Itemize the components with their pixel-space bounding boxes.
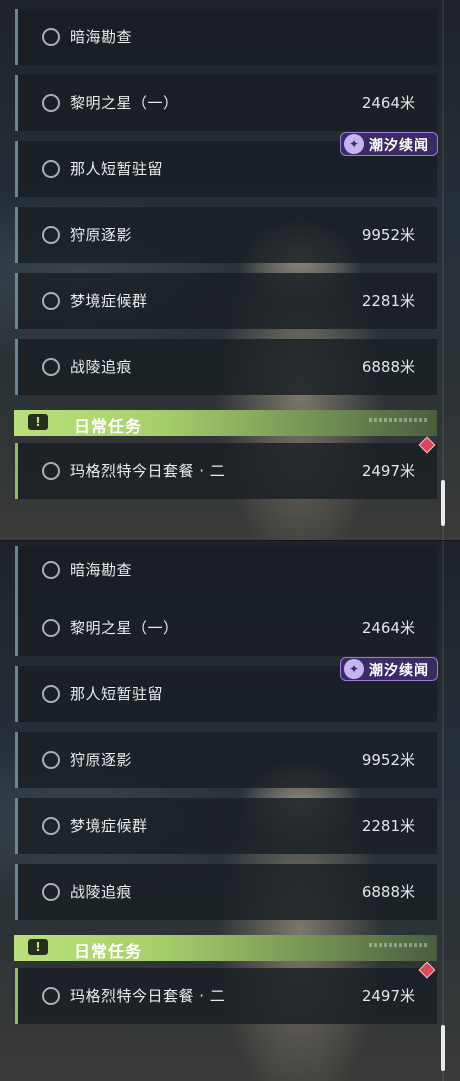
quest-list: 暗海勘查 黎明之星（一） 2464米 那人短暂驻留 狩原逐影 9952米 梦境症… xyxy=(0,541,460,1081)
quest-row-2[interactable]: 黎明之星（一） 2464米 xyxy=(15,75,437,131)
daily-quests-header[interactable]: ! 日常任务 xyxy=(14,935,437,961)
event-logo-icon: ✦ xyxy=(344,134,364,154)
quest-select-radio[interactable] xyxy=(42,94,60,112)
scrollbar-track[interactable] xyxy=(442,541,444,1081)
quest-select-radio[interactable] xyxy=(42,28,60,46)
quest-name: 黎明之星（一） xyxy=(70,619,179,637)
quest-row-6[interactable]: 战陵追痕 6888米 xyxy=(15,339,437,395)
quest-select-radio[interactable] xyxy=(42,987,60,1005)
quest-distance: 9952米 xyxy=(361,751,415,769)
quest-row-1[interactable]: 暗海勘查 xyxy=(15,546,437,602)
quest-select-radio[interactable] xyxy=(42,292,60,310)
daily-quests-title: 日常任务 xyxy=(74,942,143,961)
quest-select-radio[interactable] xyxy=(42,358,60,376)
quest-name: 那人短暂驻留 xyxy=(70,685,164,703)
quest-row-4[interactable]: 狩原逐影 9952米 xyxy=(15,732,437,788)
quest-distance: 6888米 xyxy=(361,358,415,376)
quest-select-radio[interactable] xyxy=(42,619,60,637)
quest-row-2[interactable]: 黎明之星（一） 2464米 xyxy=(15,600,437,656)
quest-name: 暗海勘查 xyxy=(70,28,133,46)
quest-name: 狩原逐影 xyxy=(70,751,133,769)
quest-list: 暗海勘查 黎明之星（一） 2464米 那人短暂驻留 狩原逐影 9952米 梦境症… xyxy=(0,0,460,540)
quest-panel-bottom: 暗海勘查 黎明之星（一） 2464米 那人短暂驻留 狩原逐影 9952米 梦境症… xyxy=(0,540,460,1081)
quest-row-6[interactable]: 战陵追痕 6888米 xyxy=(15,864,437,920)
quest-name: 黎明之星（一） xyxy=(70,94,179,112)
event-tag-label: 潮汐续闻 xyxy=(369,138,429,154)
quest-select-radio[interactable] xyxy=(42,226,60,244)
quest-name: 战陵追痕 xyxy=(70,883,133,901)
daily-quests-title: 日常任务 xyxy=(74,417,143,436)
quest-distance: 2464米 xyxy=(361,619,415,637)
quest-row-4[interactable]: 狩原逐影 9952米 xyxy=(15,207,437,263)
event-tag-label: 潮汐续闻 xyxy=(369,663,429,679)
quest-distance: 2497米 xyxy=(361,462,415,480)
event-tag[interactable]: ✦ 潮汐续闻 xyxy=(340,132,438,156)
scrollbar-thumb[interactable] xyxy=(441,1025,445,1071)
header-decoration xyxy=(369,418,429,422)
quest-distance: 6888米 xyxy=(361,883,415,901)
alert-icon: ! xyxy=(28,939,48,955)
quest-select-radio[interactable] xyxy=(42,685,60,703)
event-tag[interactable]: ✦ 潮汐续闻 xyxy=(340,657,438,681)
quest-name: 梦境症候群 xyxy=(70,292,148,310)
quest-row-5[interactable]: 梦境症候群 2281米 xyxy=(15,273,437,329)
alert-icon: ! xyxy=(28,414,48,430)
quest-distance: 2281米 xyxy=(361,817,415,835)
daily-quests-header[interactable]: ! 日常任务 xyxy=(14,410,437,436)
daily-quest-row[interactable]: 玛格烈特今日套餐 · 二 2497米 xyxy=(15,968,437,1024)
quest-select-radio[interactable] xyxy=(42,883,60,901)
quest-panel-top: 暗海勘查 黎明之星（一） 2464米 那人短暂驻留 狩原逐影 9952米 梦境症… xyxy=(0,0,460,540)
quest-select-radio[interactable] xyxy=(42,561,60,579)
quest-name: 玛格烈特今日套餐 · 二 xyxy=(70,987,226,1005)
quest-name: 那人短暂驻留 xyxy=(70,160,164,178)
quest-row-1[interactable]: 暗海勘查 xyxy=(15,9,437,65)
quest-select-radio[interactable] xyxy=(42,462,60,480)
quest-row-5[interactable]: 梦境症候群 2281米 xyxy=(15,798,437,854)
event-logo-icon: ✦ xyxy=(344,659,364,679)
daily-quest-row[interactable]: 玛格烈特今日套餐 · 二 2497米 xyxy=(15,443,437,499)
quest-select-radio[interactable] xyxy=(42,817,60,835)
quest-distance: 9952米 xyxy=(361,226,415,244)
quest-distance: 2464米 xyxy=(361,94,415,112)
quest-distance: 2281米 xyxy=(361,292,415,310)
quest-name: 梦境症候群 xyxy=(70,817,148,835)
header-decoration xyxy=(369,943,429,947)
quest-distance: 2497米 xyxy=(361,987,415,1005)
scrollbar-thumb[interactable] xyxy=(441,480,445,526)
scrollbar-track[interactable] xyxy=(442,0,444,540)
quest-name: 战陵追痕 xyxy=(70,358,133,376)
quest-name: 狩原逐影 xyxy=(70,226,133,244)
quest-name: 暗海勘查 xyxy=(70,561,133,579)
quest-name: 玛格烈特今日套餐 · 二 xyxy=(70,462,226,480)
quest-select-radio[interactable] xyxy=(42,751,60,769)
quest-select-radio[interactable] xyxy=(42,160,60,178)
